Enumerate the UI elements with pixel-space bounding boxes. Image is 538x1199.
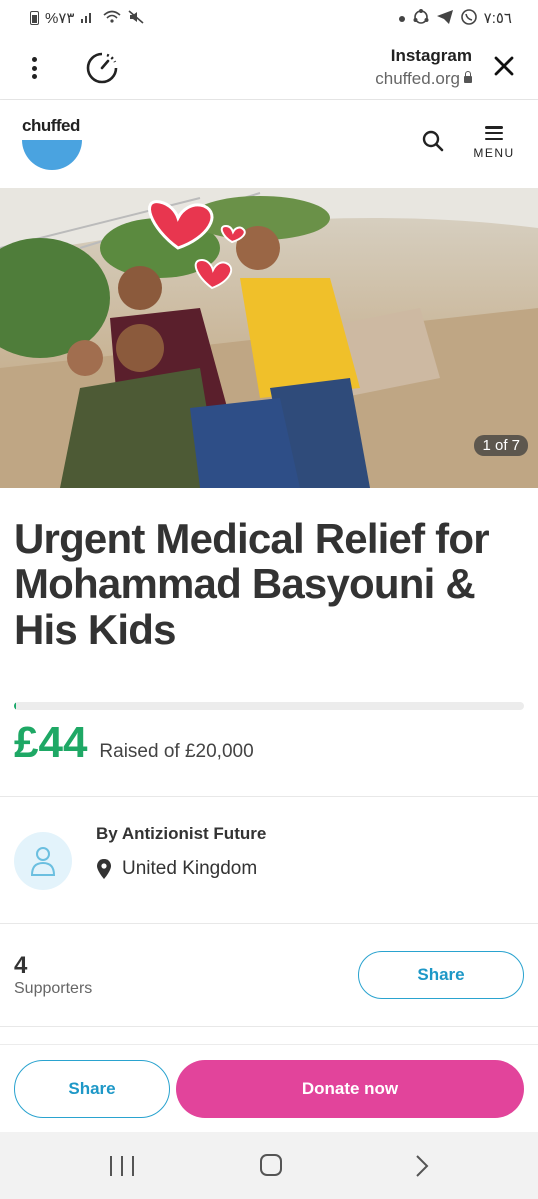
- signal-icon: [80, 10, 96, 27]
- lock-icon: [464, 71, 472, 84]
- battery-icon: [30, 11, 39, 25]
- user-icon: [30, 847, 56, 876]
- divider: [0, 923, 538, 924]
- menu-button[interactable]: MENU: [472, 126, 516, 166]
- avatar: [14, 832, 72, 890]
- status-bar: %٧٣ ٧:٥٦: [0, 0, 538, 36]
- battery-percent: %٧٣: [45, 10, 75, 27]
- progress-fill: [14, 702, 16, 710]
- dot-icon: [398, 10, 406, 26]
- raised-summary: £44 Raised of £20,000: [14, 718, 254, 768]
- url-domain: chuffed.org: [375, 69, 460, 88]
- app-title: Instagram: [390, 46, 472, 65]
- campaign-photo[interactable]: 1 of 7: [0, 188, 538, 488]
- wifi-icon: [102, 10, 122, 27]
- sync-icon: [412, 8, 430, 29]
- mute-icon: [128, 9, 144, 27]
- donate-button[interactable]: Donate now: [176, 1060, 524, 1118]
- organizer-location: United Kingdom: [96, 858, 257, 880]
- supporters-count: 4: [14, 952, 28, 979]
- location-text: United Kingdom: [122, 858, 258, 879]
- logo-bowl-icon: [22, 140, 82, 170]
- hamburger-icon: [485, 126, 503, 140]
- search-icon[interactable]: [420, 128, 446, 154]
- chuffed-logo[interactable]: chuffed: [22, 116, 82, 170]
- close-icon[interactable]: [492, 54, 516, 78]
- back-icon[interactable]: [412, 1154, 432, 1178]
- clock-time: ٧:٥٦: [483, 10, 512, 27]
- bottom-share-button[interactable]: Share: [14, 1060, 170, 1118]
- share-button[interactable]: Share: [358, 951, 524, 999]
- action-bar: Share Donate now: [0, 1044, 538, 1132]
- status-left: %٧٣: [30, 9, 144, 27]
- divider: [0, 796, 538, 797]
- browser-toolbar: Instagram chuffed.org: [0, 36, 538, 100]
- page-title-box: Instagram chuffed.org: [375, 46, 472, 89]
- campaign-title: Urgent Medical Relief for Mohammad Basyo…: [14, 515, 490, 653]
- system-nav-bar: [0, 1132, 538, 1199]
- organizer-byline[interactable]: By Antizionist Future: [96, 824, 266, 844]
- photo-illustration: [0, 188, 538, 488]
- timer-icon[interactable]: [84, 50, 120, 86]
- status-right: ٧:٥٦: [398, 8, 512, 29]
- logo-text: chuffed: [22, 116, 80, 135]
- menu-label: MENU: [473, 146, 515, 160]
- raised-goal: Raised of £20,000: [99, 741, 254, 762]
- progress-bar: [14, 702, 524, 710]
- recents-icon[interactable]: [110, 1156, 134, 1176]
- telegram-icon: [436, 9, 454, 28]
- more-options-icon[interactable]: [26, 54, 42, 82]
- location-pin-icon: [97, 859, 111, 879]
- supporters-label: Supporters: [14, 980, 93, 997]
- url-line: chuffed.org: [375, 69, 472, 89]
- raised-amount: £44: [14, 718, 88, 767]
- site-header: chuffed MENU: [0, 100, 538, 188]
- home-icon[interactable]: [260, 1154, 282, 1176]
- image-counter: 1 of 7: [474, 435, 528, 456]
- whatsapp-icon: [460, 8, 478, 29]
- divider: [0, 1026, 538, 1027]
